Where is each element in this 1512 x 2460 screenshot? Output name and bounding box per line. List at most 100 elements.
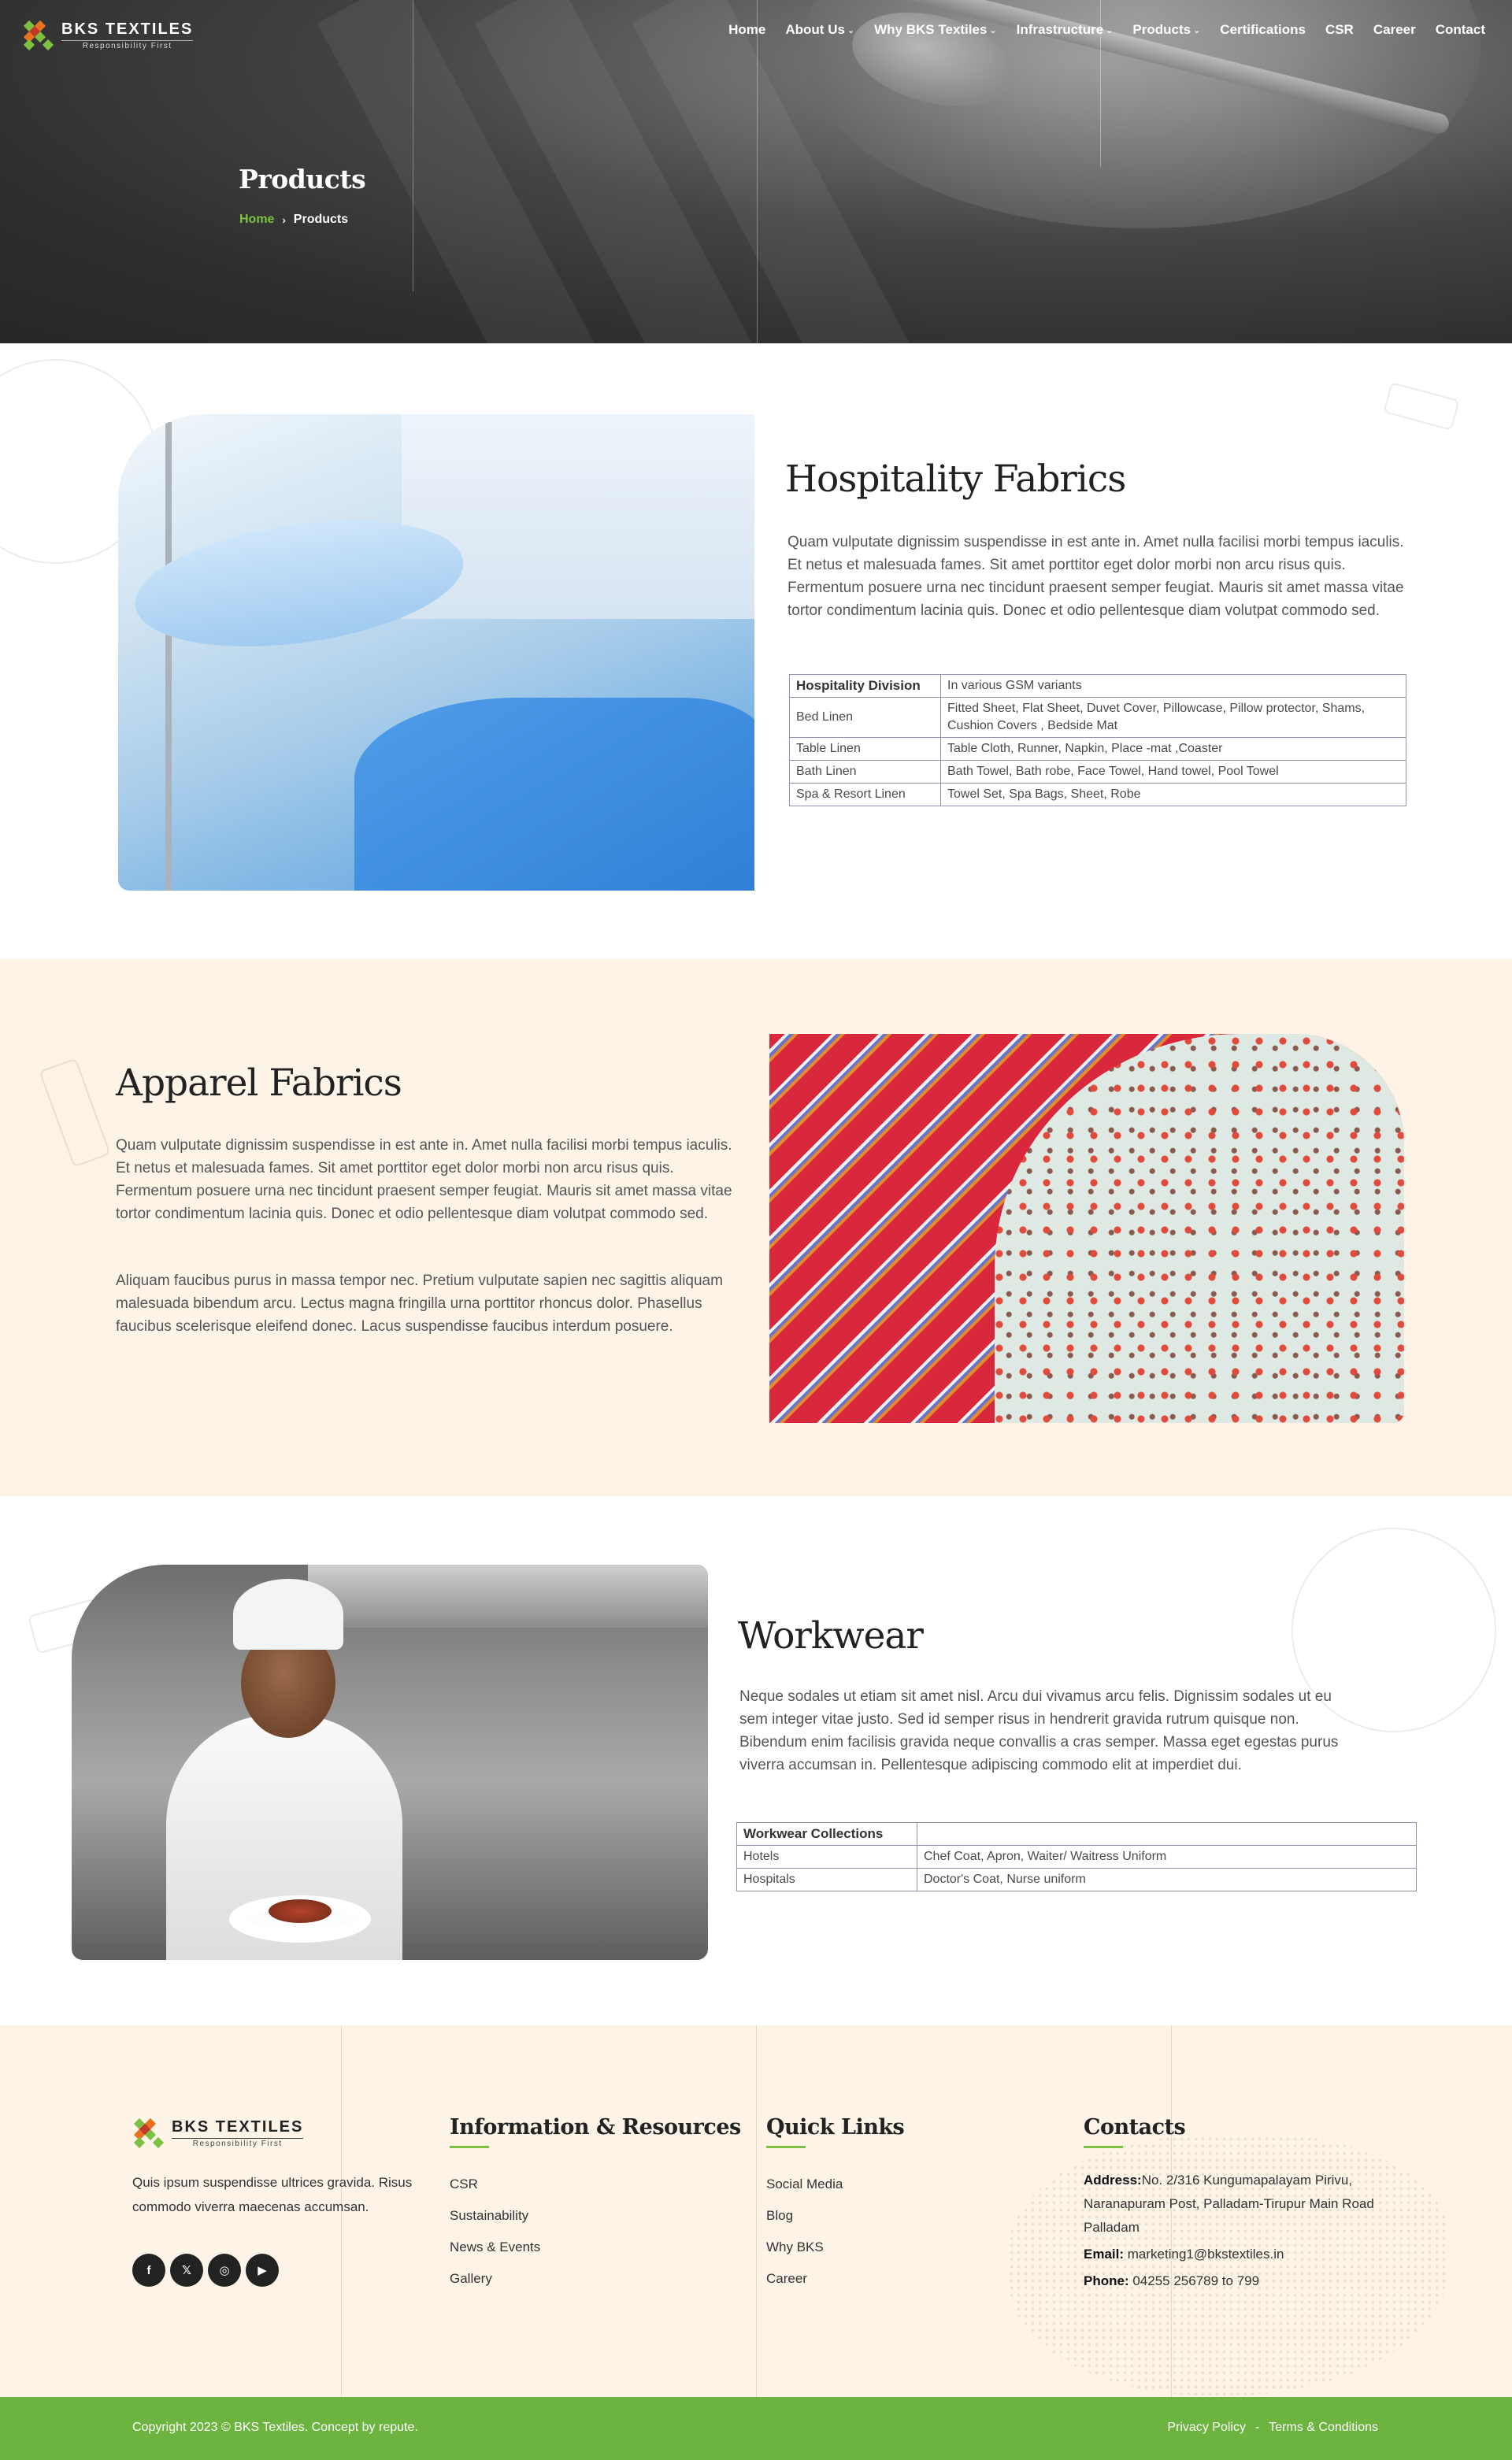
chevron-down-icon: ⌄ — [847, 25, 855, 35]
table-cell: Doctor's Coat, Nurse uniform — [917, 1868, 1417, 1891]
copyright-bar: Copyright 2023 © BKS Textiles. Concept b… — [0, 2397, 1512, 2460]
breadcrumb-separator-icon: › — [282, 213, 286, 226]
footer-link-csr[interactable]: CSR — [450, 2169, 540, 2200]
table-cell: Table Linen — [789, 737, 941, 761]
breadcrumb-current: Products — [293, 213, 349, 226]
nav-item-about-us[interactable]: About Us ⌄ — [785, 22, 854, 38]
info-resources-links: CSR Sustainability News & Events Gallery — [450, 2169, 540, 2295]
footer-divider-line — [756, 2025, 757, 2397]
site-footer: BKS TEXTILES Responsibility First Quis i… — [0, 2025, 1512, 2397]
thread-spool-icon — [39, 1058, 111, 1168]
chevron-down-icon: ⌄ — [989, 25, 997, 35]
contacts-block: Address:No. 2/316 Kungumapalayam Pirivu,… — [1084, 2169, 1391, 2296]
table-row: Hotels Chef Coat, Apron, Waiter/ Waitress… — [736, 1845, 1417, 1869]
nav-item-label: Certifications — [1220, 22, 1306, 37]
table-row: Hospitals Doctor's Coat, Nurse uniform — [736, 1868, 1417, 1891]
nav-item-certifications[interactable]: Certifications — [1220, 22, 1306, 38]
table-header-row: Hospitality Division In various GSM varia… — [789, 674, 1406, 698]
footer-link-gallery[interactable]: Gallery — [450, 2263, 540, 2295]
email-label: Email: — [1084, 2247, 1125, 2262]
youtube-icon[interactable]: ▶ — [246, 2254, 279, 2287]
workwear-title: Workwear — [738, 1614, 924, 1658]
table-cell: Table Cloth, Runner, Napkin, Place -mat … — [940, 737, 1406, 761]
logo-tagline: Responsibility First — [61, 40, 194, 50]
breadcrumb: Home › Products — [239, 213, 348, 227]
footer-link-sustainability[interactable]: Sustainability — [450, 2200, 540, 2232]
logo-mark-icon — [22, 19, 55, 52]
table-cell: Spa & Resort Linen — [789, 783, 941, 806]
breadcrumb-home-link[interactable]: Home — [239, 213, 274, 227]
table-cell: Chef Coat, Apron, Waiter/ Waitress Unifo… — [917, 1845, 1417, 1869]
hospitality-title: Hospitality Fabrics — [785, 458, 1126, 501]
workwear-section: Workwear Neque sodales ut etiam sit amet… — [0, 1496, 1512, 2025]
contact-phone: Phone: 04255 256789 to 799 — [1084, 2269, 1391, 2293]
quick-link-social-media[interactable]: Social Media — [766, 2169, 843, 2200]
nav-item-label: Infrastructure — [1016, 22, 1104, 37]
apparel-fabric-image — [769, 1034, 1404, 1423]
apparel-title: Apparel Fabrics — [116, 1061, 402, 1105]
contact-address: Address:No. 2/316 Kungumapalayam Pirivu,… — [1084, 2169, 1391, 2240]
fabric-tag-icon — [1383, 382, 1460, 431]
hospitality-bed-image — [118, 414, 754, 891]
contacts-title: Contacts — [1084, 2115, 1186, 2148]
table-cell: Bath Towel, Bath robe, Face Towel, Hand … — [940, 760, 1406, 784]
nav-item-label: Home — [728, 22, 766, 37]
hospitality-section: Hospitality Fabrics Quam vulputate digni… — [0, 343, 1512, 959]
terms-conditions-link[interactable]: Terms & Conditions — [1269, 2421, 1378, 2435]
chevron-down-icon: ⌄ — [1193, 25, 1201, 35]
x-icon[interactable]: 𝕏 — [170, 2254, 203, 2287]
footer-link-news-events[interactable]: News & Events — [450, 2232, 540, 2263]
table-header-cell: In various GSM variants — [940, 674, 1406, 698]
nav-item-csr[interactable]: CSR — [1325, 22, 1354, 38]
nav-item-label: About Us — [785, 22, 845, 37]
table-row: Table Linen Table Cloth, Runner, Napkin, … — [789, 737, 1406, 761]
footer-logo-tagline: Responsibility First — [172, 2138, 304, 2148]
table-header-cell — [917, 1822, 1417, 1846]
quick-link-blog[interactable]: Blog — [766, 2200, 843, 2232]
address-label: Address: — [1084, 2173, 1142, 2188]
footer-logo-name: BKS TEXTILES — [172, 2118, 304, 2136]
quick-link-why-bks[interactable]: Why BKS — [766, 2232, 843, 2263]
social-links: f 𝕏 ◎ ▶ — [132, 2254, 279, 2287]
nav-item-contact[interactable]: Contact — [1436, 22, 1485, 38]
nav-item-home[interactable]: Home — [728, 22, 765, 38]
hospitality-description: Quam vulputate dignissim suspendisse in … — [788, 534, 1404, 619]
nav-item-infrastructure[interactable]: Infrastructure ⌄ — [1017, 22, 1114, 38]
table-cell: Hotels — [736, 1845, 917, 1869]
nav-item-label: CSR — [1325, 22, 1354, 37]
workwear-chef-image — [72, 1565, 708, 1960]
privacy-policy-link[interactable]: Privacy Policy — [1167, 2421, 1246, 2435]
phone-link[interactable]: 04255 256789 to 799 — [1132, 2273, 1259, 2288]
table-row: Bath Linen Bath Towel, Bath robe, Face To… — [789, 760, 1406, 784]
site-logo[interactable]: BKS TEXTILES Responsibility First — [22, 19, 194, 52]
quick-links-list: Social Media Blog Why BKS Career — [766, 2169, 843, 2295]
nav-item-career[interactable]: Career — [1373, 22, 1416, 38]
table-header-row: Workwear Collections — [736, 1822, 1417, 1846]
table-cell: Bath Linen — [789, 760, 941, 784]
footer-logo[interactable]: BKS TEXTILES Responsibility First — [132, 2117, 304, 2150]
quick-link-career[interactable]: Career — [766, 2263, 843, 2295]
apparel-description-1: Quam vulputate dignissim suspendisse in … — [116, 1137, 732, 1222]
nav-item-label: Career — [1373, 22, 1416, 37]
workwear-table: Workwear Collections Hotels Chef Coat, Apr… — [736, 1822, 1417, 1891]
contact-email: Email: marketing1@bkstextiles.in — [1084, 2243, 1391, 2266]
copyright-text: Copyright 2023 © BKS Textiles. Concept b… — [132, 2421, 418, 2434]
chevron-down-icon: ⌄ — [1106, 25, 1114, 35]
legal-links: Privacy Policy - Terms & Conditions — [1167, 2421, 1378, 2435]
email-link[interactable]: marketing1@bkstextiles.in — [1128, 2247, 1284, 2262]
table-cell: Hospitals — [736, 1868, 917, 1891]
legal-separator: - — [1254, 2421, 1260, 2434]
apparel-description-2: Aliquam faucibus purus in massa tempor n… — [116, 1273, 723, 1335]
workwear-description: Neque sodales ut etiam sit amet nisl. Ar… — [739, 1688, 1339, 1773]
facebook-icon[interactable]: f — [132, 2254, 165, 2287]
main-nav: Home About Us ⌄ Why BKS Textiles ⌄ Infrastruc… — [709, 22, 1485, 38]
logo-name: BKS TEXTILES — [61, 20, 194, 38]
table-row: Spa & Resort Linen Towel Set, Spa Bags, S… — [789, 783, 1406, 806]
site-header: BKS TEXTILES Responsibility First Home Ab… — [0, 0, 1512, 63]
nav-item-products[interactable]: Products ⌄ — [1132, 22, 1200, 38]
instagram-icon[interactable]: ◎ — [208, 2254, 241, 2287]
table-header-cell: Workwear Collections — [736, 1822, 917, 1846]
nav-item-why-bks-textiles[interactable]: Why BKS Textiles ⌄ — [874, 22, 997, 38]
nav-item-label: Contact — [1435, 22, 1485, 37]
table-cell: Fitted Sheet, Flat Sheet, Duvet Cover, P… — [940, 697, 1406, 738]
